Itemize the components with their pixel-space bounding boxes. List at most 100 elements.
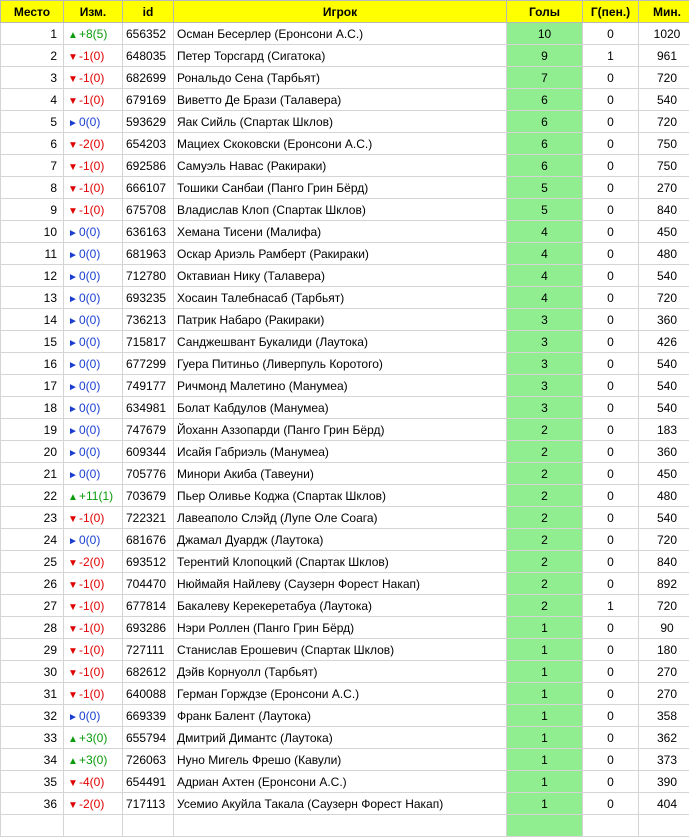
cell-goals: 2 [507, 419, 583, 441]
cell-pen: 0 [583, 573, 639, 595]
table-row[interactable]: 22▲+11(1)703679Пьер Оливье Коджа (Спарта… [1, 485, 689, 507]
table-row[interactable]: 28▼-1(0)693286Нэри Роллен (Панго Грин Бё… [1, 617, 689, 639]
cell-place: 32 [1, 705, 64, 727]
change-value: 0(0) [79, 533, 100, 547]
cell-pen: 0 [583, 177, 639, 199]
header-pen[interactable]: Г(пен.) [583, 1, 639, 23]
table-row[interactable]: 14►0(0)736213Патрик Набаро (Ракираки)303… [1, 309, 689, 331]
cell-mins: 270 [639, 177, 689, 199]
cell-mins: 720 [639, 529, 689, 551]
cell-goals: 6 [507, 89, 583, 111]
cell-change: ▼-4(0) [64, 771, 123, 793]
table-row[interactable]: 3▼-1(0)682699Рональдо Сена (Тарбьят)7072… [1, 67, 689, 89]
table-row[interactable]: 35▼-4(0)654491Адриан Ахтен (Еронсони А.С… [1, 771, 689, 793]
table-row[interactable]: 12►0(0)712780Октавиан Нику (Талавера)405… [1, 265, 689, 287]
cell-player: Усемио Акуйла Такала (Саузерн Форест Нак… [174, 793, 507, 815]
table-row[interactable]: 32►0(0)669339Франк Балент (Лаутока)10358 [1, 705, 689, 727]
cell-player: Лавеаполо Слэйд (Лупе Оле Соага) [174, 507, 507, 529]
cell-id: 654491 [123, 771, 174, 793]
table-row[interactable]: 9▼-1(0)675708Владислав Клоп (Спартак Шкл… [1, 199, 689, 221]
header-place[interactable]: Место [1, 1, 64, 23]
change-value: 0(0) [79, 709, 100, 723]
table-row[interactable]: 29▼-1(0)727111Станислав Ерошевич (Спарта… [1, 639, 689, 661]
table-row[interactable]: 23▼-1(0)722321Лавеаполо Слэйд (Лупе Оле … [1, 507, 689, 529]
cell-id: 704470 [123, 573, 174, 595]
change-value: 0(0) [79, 115, 100, 129]
table-row[interactable]: 34▲+3(0)726063Нуно Мигель Фрешо (Кавули)… [1, 749, 689, 771]
cell-pen: 0 [583, 617, 639, 639]
header-id[interactable]: id [123, 1, 174, 23]
arrow-down-icon: ▼ [68, 140, 78, 151]
table-row[interactable]: 25▼-2(0)693512Терентий Клопоцкий (Спарта… [1, 551, 689, 573]
table-row[interactable]: 13►0(0)693235Хосаин Талебнасаб (Тарбьят)… [1, 287, 689, 309]
cell-pen: 0 [583, 375, 639, 397]
table-row[interactable]: 10►0(0)636163Хемана Тисени (Малифа)40450 [1, 221, 689, 243]
change-value: 0(0) [79, 269, 100, 283]
cell-change: ▼-1(0) [64, 595, 123, 617]
table-row[interactable]: 33▲+3(0)655794Дмитрий Димантс (Лаутока)1… [1, 727, 689, 749]
cell-id: 703679 [123, 485, 174, 507]
cell-mins: 426 [639, 331, 689, 353]
table-row[interactable]: 26▼-1(0)704470Нюймайя Найлеву (Саузерн Ф… [1, 573, 689, 595]
header-mins[interactable]: Мин. [639, 1, 689, 23]
cell-goals: 2 [507, 551, 583, 573]
cell-id: 726063 [123, 749, 174, 771]
table-row[interactable]: 20►0(0)609344Исайя Габриэль (Манумеа)203… [1, 441, 689, 463]
cell-player: Оскар Ариэль Рамберт (Ракираки) [174, 243, 507, 265]
table-row[interactable]: 7▼-1(0)692586Самуэль Навас (Ракираки)607… [1, 155, 689, 177]
table-row[interactable]: 15►0(0)715817Санджешвант Букалиди (Лауто… [1, 331, 689, 353]
cell-change: ▼-1(0) [64, 573, 123, 595]
cell-player: Болат Кабдулов (Манумеа) [174, 397, 507, 419]
table-row[interactable]: 16►0(0)677299Гуера Питиньо (Ливерпуль Ко… [1, 353, 689, 375]
cell-pen: 0 [583, 639, 639, 661]
cell-goals: 3 [507, 309, 583, 331]
table-row[interactable]: 1▲+8(5)656352Осман Бесерлер (Еронсони А.… [1, 23, 689, 45]
cell-change: ▼-1(0) [64, 639, 123, 661]
table-row[interactable]: 11►0(0)681963Оскар Ариэль Рамберт (Ракир… [1, 243, 689, 265]
cell-change: ►0(0) [64, 419, 123, 441]
header-goals[interactable]: Голы [507, 1, 583, 23]
table-row[interactable]: 5►0(0)593629Яак Сийль (Спартак Шклов)607… [1, 111, 689, 133]
table-row[interactable]: 21►0(0)705776Минори Акиба (Тавеуни)20450 [1, 463, 689, 485]
header-player[interactable]: Игрок [174, 1, 507, 23]
cell-id: 648035 [123, 45, 174, 67]
table-row[interactable]: 8▼-1(0)666107Тошики Санбаи (Панго Грин Б… [1, 177, 689, 199]
cell-goals: 2 [507, 485, 583, 507]
cell-place: 7 [1, 155, 64, 177]
table-row[interactable]: 4▼-1(0)679169Виветто Де Брази (Талавера)… [1, 89, 689, 111]
arrow-right-icon: ► [68, 228, 78, 239]
table-row[interactable]: 17►0(0)749177Ричмонд Малетино (Манумеа)3… [1, 375, 689, 397]
table-row[interactable]: 6▼-2(0)654203Мациех Скоковски (Еронсони … [1, 133, 689, 155]
cell-place: 29 [1, 639, 64, 661]
cell-place: 25 [1, 551, 64, 573]
arrow-down-icon: ▼ [68, 690, 78, 701]
cell-player: Осман Бесерлер (Еронсони А.С.) [174, 23, 507, 45]
cell-mins: 720 [639, 67, 689, 89]
table-row[interactable]: 18►0(0)634981Болат Кабдулов (Манумеа)305… [1, 397, 689, 419]
cell-id: 715817 [123, 331, 174, 353]
table-row[interactable]: 24►0(0)681676Джамал Дуардж (Лаутока)2072… [1, 529, 689, 551]
table-row[interactable] [1, 815, 689, 837]
table-row[interactable]: 27▼-1(0)677814Бакалеву Керекеретабуа (Ла… [1, 595, 689, 617]
change-value: +3(0) [79, 753, 107, 767]
change-value: 0(0) [79, 401, 100, 415]
table-row[interactable]: 19►0(0)747679Йоханн Аззопарди (Панго Гри… [1, 419, 689, 441]
table-row[interactable]: 30▼-1(0)682612Дэйв Корнуолл (Тарбьят)102… [1, 661, 689, 683]
cell-mins: 358 [639, 705, 689, 727]
cell-pen: 0 [583, 793, 639, 815]
cell-pen: 0 [583, 287, 639, 309]
cell-player: Санджешвант Букалиди (Лаутока) [174, 331, 507, 353]
header-change[interactable]: Изм. [64, 1, 123, 23]
change-value: -4(0) [79, 775, 104, 789]
table-row[interactable]: 31▼-1(0)640088Герман Горждзе (Еронсони А… [1, 683, 689, 705]
change-value: -1(0) [79, 599, 104, 613]
cell-mins: 480 [639, 243, 689, 265]
cell-id: 682699 [123, 67, 174, 89]
table-row[interactable]: 36▼-2(0)717113Усемио Акуйла Такала (Сауз… [1, 793, 689, 815]
cell-goals: 9 [507, 45, 583, 67]
arrow-right-icon: ► [68, 338, 78, 349]
table-row[interactable]: 2▼-1(0)648035Петер Торсгард (Сигатока)91… [1, 45, 689, 67]
cell-change: ►0(0) [64, 705, 123, 727]
arrow-right-icon: ► [68, 712, 78, 723]
cell-pen: 0 [583, 419, 639, 441]
